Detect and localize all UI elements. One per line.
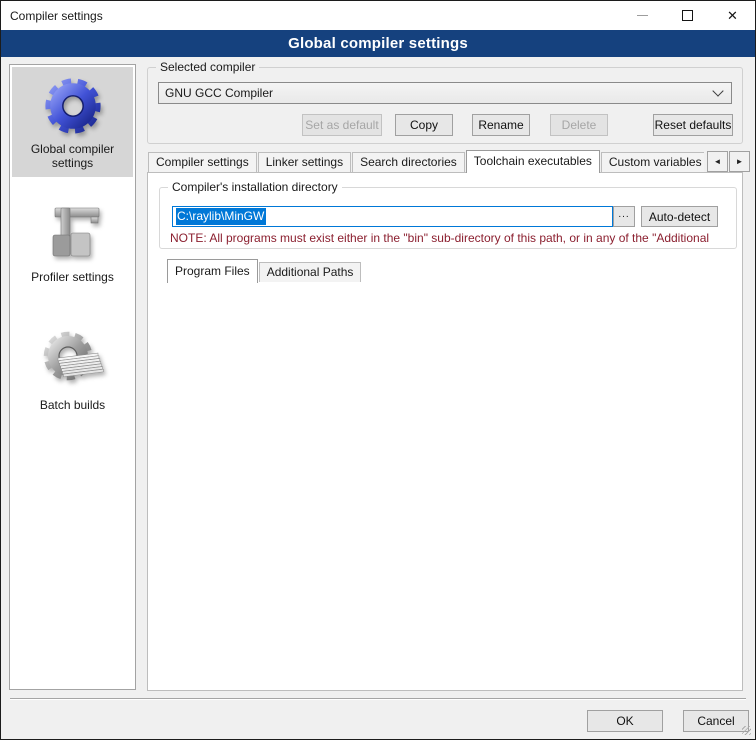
- compiler-settings-dialog: Compiler settings ✕ Global compiler sett…: [0, 0, 756, 740]
- sidebar: Global compiler settings Profiler set: [9, 64, 136, 690]
- ok-button[interactable]: OK: [587, 710, 663, 732]
- subtab-program-files[interactable]: Program Files: [167, 259, 258, 283]
- installation-directory-group: Compiler's installation directory C:\ray…: [159, 187, 737, 249]
- browse-directory-button[interactable]: ...: [613, 206, 635, 227]
- sidebar-item-batch-builds[interactable]: Batch builds: [12, 321, 133, 419]
- selected-path-text: C:\raylib\MinGW: [176, 208, 266, 225]
- caliper-icon: [41, 201, 105, 265]
- group-label: Compiler's installation directory: [168, 180, 342, 194]
- subtab-bar: Program Files Additional Paths: [167, 259, 362, 283]
- tab-scroll-right-button[interactable]: ►: [729, 151, 750, 172]
- subtab-additional-paths[interactable]: Additional Paths: [259, 262, 362, 282]
- tab-compiler-settings[interactable]: Compiler settings: [148, 152, 257, 172]
- footer-separator: [10, 698, 746, 699]
- toolchain-executables-page: [147, 172, 743, 691]
- combobox-value: GNU GCC Compiler: [165, 86, 273, 100]
- chevron-down-icon: [712, 85, 723, 96]
- copy-button[interactable]: Copy: [395, 114, 453, 136]
- tab-toolchain-executables[interactable]: Toolchain executables: [466, 150, 600, 173]
- close-icon: ✕: [727, 9, 738, 22]
- cancel-button[interactable]: Cancel: [683, 710, 749, 732]
- maximize-icon: [682, 10, 693, 21]
- tab-linker-settings[interactable]: Linker settings: [258, 152, 351, 172]
- rename-button[interactable]: Rename: [472, 114, 530, 136]
- sidebar-item-label: Batch builds: [40, 398, 105, 412]
- tab-search-directories[interactable]: Search directories: [352, 152, 465, 172]
- minimize-icon: [637, 15, 648, 16]
- selected-compiler-group: Selected compiler GNU GCC Compiler Set a…: [147, 67, 743, 144]
- reset-defaults-button[interactable]: Reset defaults: [653, 114, 733, 136]
- tab-bar: Compiler settings Linker settings Search…: [148, 150, 704, 173]
- group-label: Selected compiler: [156, 60, 259, 74]
- auto-detect-button[interactable]: Auto-detect: [641, 206, 718, 227]
- delete-button[interactable]: Delete: [550, 114, 608, 136]
- close-button[interactable]: ✕: [710, 1, 755, 30]
- note-text: NOTE: All programs must exist either in …: [170, 231, 732, 245]
- page-title: Global compiler settings: [288, 35, 468, 52]
- installation-directory-input[interactable]: C:\raylib\MinGW: [172, 206, 613, 227]
- tab-custom-variables[interactable]: Custom variables: [601, 152, 704, 172]
- banner: Global compiler settings: [1, 30, 755, 57]
- sidebar-item-label: Global compiler settings: [31, 142, 114, 170]
- gear-stack-icon: [41, 329, 105, 393]
- window-title: Compiler settings: [10, 9, 103, 23]
- set-as-default-button[interactable]: Set as default: [302, 114, 382, 136]
- sidebar-item-profiler-settings[interactable]: Profiler settings: [12, 193, 133, 291]
- window-controls: ✕: [620, 1, 755, 30]
- arrow-right-icon: ►: [736, 157, 744, 166]
- gear-blue-icon: [42, 75, 104, 137]
- minimize-button[interactable]: [620, 1, 665, 30]
- resize-grip[interactable]: [742, 726, 751, 735]
- maximize-button[interactable]: [665, 1, 710, 30]
- sidebar-item-global-compiler-settings[interactable]: Global compiler settings: [12, 67, 133, 177]
- titlebar[interactable]: Compiler settings ✕: [1, 1, 755, 30]
- sidebar-item-label: Profiler settings: [31, 270, 114, 284]
- arrow-left-icon: ◄: [714, 157, 722, 166]
- selected-compiler-combobox[interactable]: GNU GCC Compiler: [158, 82, 732, 104]
- tab-scroll-left-button[interactable]: ◄: [707, 151, 728, 172]
